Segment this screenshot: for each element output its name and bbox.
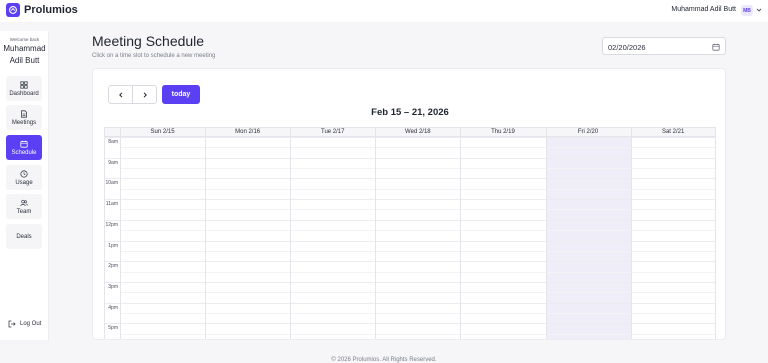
date-picker-input[interactable]: 02/20/2026	[602, 37, 726, 55]
half-hour-slot-line	[120, 168, 716, 170]
next-week-button[interactable]	[132, 86, 156, 103]
hour-slot-line	[104, 157, 716, 159]
half-hour-slot-line	[120, 230, 716, 232]
brand-name: Prolumios	[24, 4, 78, 16]
sidebar-item-schedule[interactable]: Schedule	[6, 135, 42, 160]
day-column-divider	[630, 127, 632, 339]
dashboard-icon	[20, 80, 28, 89]
calendar-icon	[20, 140, 28, 148]
half-hour-slot-line	[120, 209, 716, 211]
sidebar-item-label: Usage	[15, 179, 33, 186]
time-label: 3pm	[108, 283, 118, 290]
half-hour-slot-line	[120, 188, 716, 190]
time-label: 5pm	[108, 325, 118, 332]
day-column-divider	[375, 127, 377, 339]
chevron-right-icon	[143, 91, 147, 98]
day-column-divider	[290, 127, 292, 339]
day-column-header: Tue 2/17	[321, 129, 345, 135]
chevron-down-icon[interactable]	[756, 7, 762, 13]
sidebar-item-dashboard[interactable]: Dashboard	[6, 76, 42, 101]
hour-slot-line	[104, 199, 716, 201]
page-subtitle: Click on a time slot to schedule a new m…	[92, 53, 216, 59]
chevron-left-icon	[118, 91, 123, 98]
sidebar-item-usage[interactable]: Usage	[6, 165, 42, 190]
half-hour-slot-line	[120, 312, 716, 314]
half-hour-slot-line	[120, 250, 716, 252]
half-hour-slot-line	[120, 271, 716, 273]
half-hour-slot-line	[120, 333, 716, 335]
sidebar-item-label: Team	[16, 208, 32, 215]
calendar-grid[interactable]: Sun 2/15 Mon 2/16 Tue 2/17 Wed 2/18 Thu 2/19…	[104, 127, 716, 339]
today-column	[545, 127, 631, 339]
hour-slot-line	[104, 281, 716, 283]
hour-slot-line	[104, 178, 716, 180]
logout-icon	[8, 320, 16, 328]
half-hour-slot-line	[120, 147, 716, 149]
time-label: 11am	[105, 201, 118, 208]
sidebar-item-meetings[interactable]: Meetings	[6, 105, 42, 130]
logout-button[interactable]: Log Out	[8, 320, 41, 328]
hour-slot-line	[104, 137, 716, 138]
time-label: 1pm	[108, 242, 118, 249]
footer-text: © 2026 Prolumios. All Rights Reserved.	[331, 357, 437, 363]
time-label: 4pm	[108, 304, 118, 311]
day-column-header: Sat 2/21	[661, 129, 685, 135]
hour-slot-line	[104, 219, 716, 221]
day-column-header: Wed 2/18	[405, 129, 431, 135]
calendar-range-title: Feb 15 – 21, 2026	[371, 107, 449, 118]
logo-icon	[9, 6, 17, 14]
calendar-icon[interactable]	[712, 43, 720, 51]
sidebar-item-deals[interactable]: Deals	[6, 224, 42, 249]
day-column-divider	[460, 127, 462, 339]
day-column-header: Thu 2/19	[491, 129, 515, 135]
day-column-divider	[205, 127, 207, 339]
time-label: 10am	[105, 180, 118, 187]
document-icon	[21, 109, 27, 118]
prev-week-button[interactable]	[109, 86, 132, 103]
calendar-nav	[108, 85, 157, 104]
sidebar-item-label: Deals	[16, 233, 32, 240]
avatar[interactable]: MB	[741, 5, 753, 16]
calendar-card: today Feb 15 – 21, 2026 Sun 2/15 Mon 2/16…	[92, 68, 726, 340]
sidebar-item-label: Dashboard	[9, 90, 39, 97]
day-column-header: Sun 2/15	[150, 129, 175, 135]
hour-slot-line	[104, 323, 716, 325]
clock-icon	[20, 169, 28, 178]
time-label: 2pm	[108, 263, 118, 270]
date-value: 02/20/2026	[608, 43, 646, 52]
day-column-header: Fri 2/20	[577, 129, 599, 135]
sidebar-item-label: Schedule	[11, 149, 37, 156]
half-hour-slot-line	[120, 292, 716, 294]
top-bar: Prolumios Muhammad Adil Butt MB	[0, 0, 768, 22]
page-title: Meeting Schedule	[92, 33, 205, 49]
welcome-text: Welcome back	[9, 37, 40, 42]
today-button[interactable]: today	[162, 85, 200, 104]
sidebar-user-name: Muhammad Adil Butt	[3, 44, 46, 65]
sidebar-item-label: Meetings	[11, 119, 37, 126]
day-column-header: Mon 2/16	[235, 129, 261, 135]
app-logo[interactable]	[6, 3, 20, 17]
day-column-divider	[545, 127, 547, 339]
time-label: 12pm	[105, 221, 118, 228]
time-label: 9am	[108, 159, 118, 166]
day-column-divider	[714, 127, 716, 339]
day-column-divider	[104, 127, 105, 339]
users-icon	[20, 199, 28, 206]
logout-label: Log Out	[20, 321, 42, 327]
user-name[interactable]: Muhammad Adil Butt	[671, 6, 736, 13]
hour-slot-line	[104, 302, 716, 304]
hour-slot-line	[104, 240, 716, 242]
sidebar: Welcome back Muhammad Adil Butt Dashboar…	[0, 31, 49, 340]
sidebar-item-team[interactable]: Team	[6, 194, 42, 219]
hour-slot-line	[104, 261, 716, 263]
time-gutter-divider	[120, 127, 121, 339]
time-label: 8am	[108, 139, 118, 145]
